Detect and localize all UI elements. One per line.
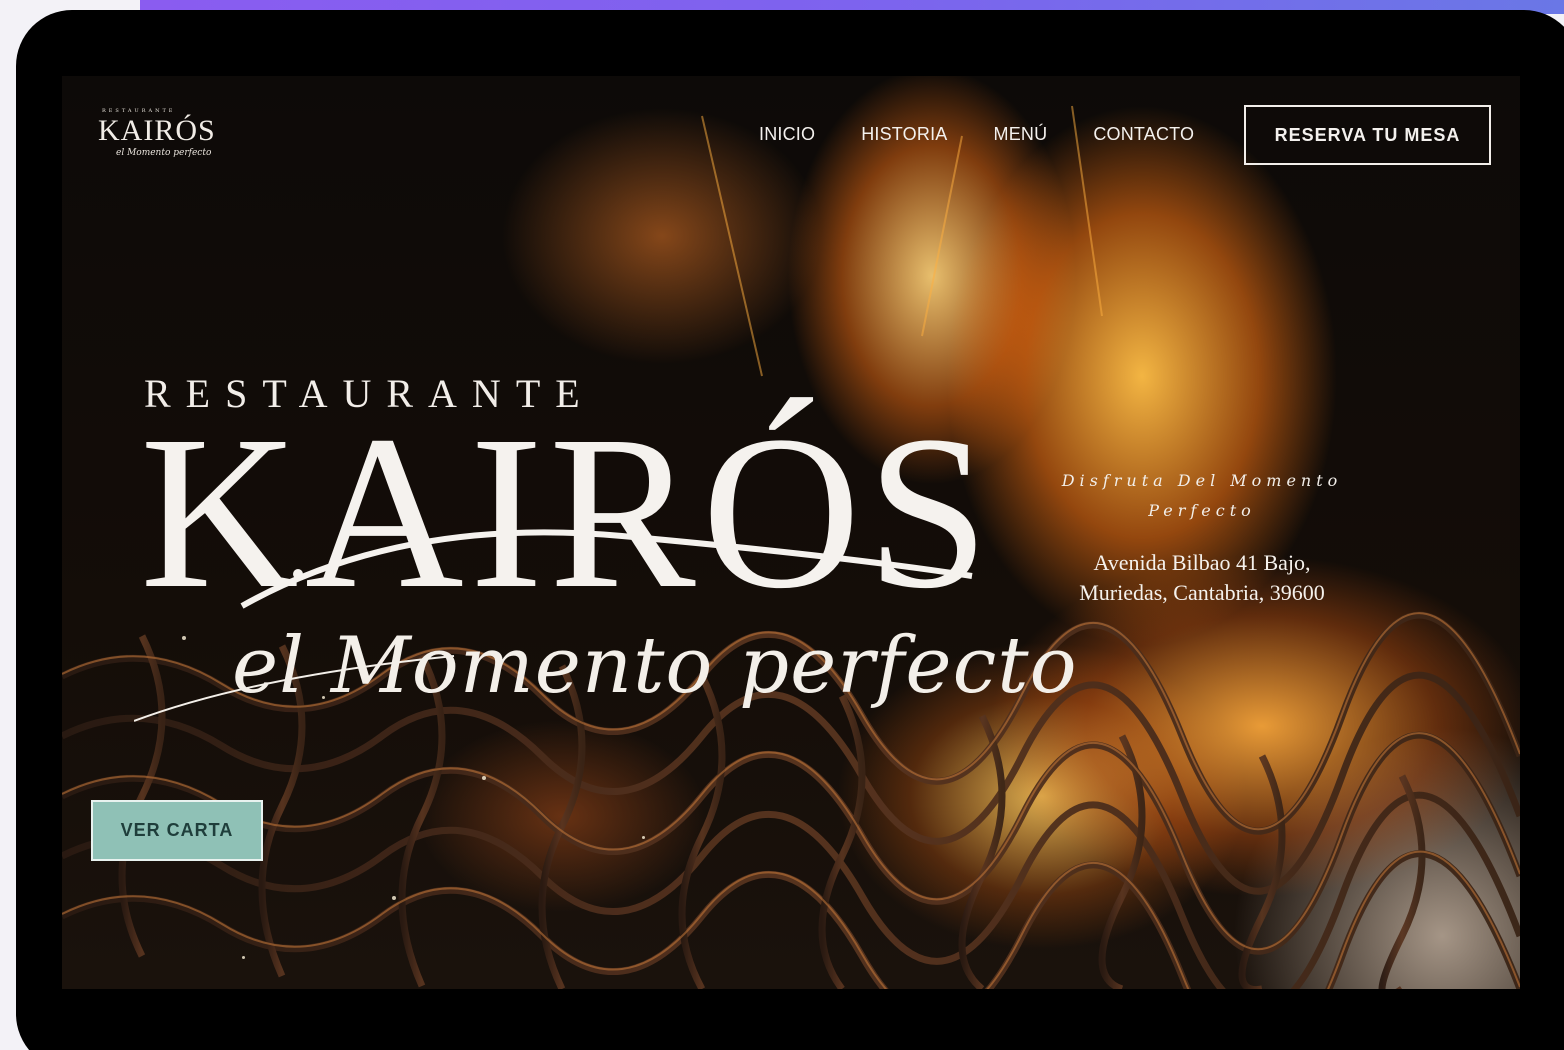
hero-swoosh-decoration bbox=[240, 529, 973, 609]
ember-dot bbox=[242, 956, 245, 959]
address-line-2: Muriedas, Cantabria, 39600 bbox=[1079, 580, 1325, 605]
restaurant-address: Avenida Bilbao 41 Bajo, Muriedas, Cantab… bbox=[1042, 548, 1362, 608]
hero-script-title: el Momento perfecto bbox=[232, 621, 1078, 711]
ember-dot bbox=[392, 896, 396, 900]
tagline-line-2: Perfecto bbox=[1148, 501, 1256, 520]
ember-dot bbox=[182, 636, 186, 640]
hero-screen: RESTAURANTE KAIRÓS el Momento perfecto I… bbox=[62, 76, 1520, 989]
nav-link-historia[interactable]: HISTORIA bbox=[861, 124, 947, 145]
logo-script-text: el Momento perfecto bbox=[116, 148, 212, 158]
ember-dot bbox=[642, 836, 645, 839]
tagline-line-1: Disfruta Del Momento bbox=[1061, 471, 1343, 490]
nav-link-contacto[interactable]: CONTACTO bbox=[1093, 124, 1194, 145]
address-line-1: Avenida Bilbao 41 Bajo, bbox=[1093, 550, 1311, 575]
nav-link-menu[interactable]: MENÚ bbox=[994, 124, 1048, 145]
logo-main-text: KAIRÓS bbox=[98, 114, 216, 147]
reserve-table-button[interactable]: RESERVA TU MESA bbox=[1244, 105, 1491, 165]
nav-link-inicio[interactable]: INICIO bbox=[759, 124, 815, 145]
site-logo[interactable]: RESTAURANTE KAIRÓS el Momento perfecto bbox=[98, 108, 230, 164]
top-navigation: RESTAURANTE KAIRÓS el Momento perfecto I… bbox=[62, 76, 1520, 196]
hero-tagline: Disfruta Del Momento Perfecto bbox=[1042, 466, 1362, 526]
nav-links: INICIO HISTORIA MENÚ CONTACTO bbox=[759, 124, 1240, 145]
view-menu-button[interactable]: VER CARTA bbox=[91, 800, 263, 861]
ember-dot bbox=[482, 776, 486, 780]
